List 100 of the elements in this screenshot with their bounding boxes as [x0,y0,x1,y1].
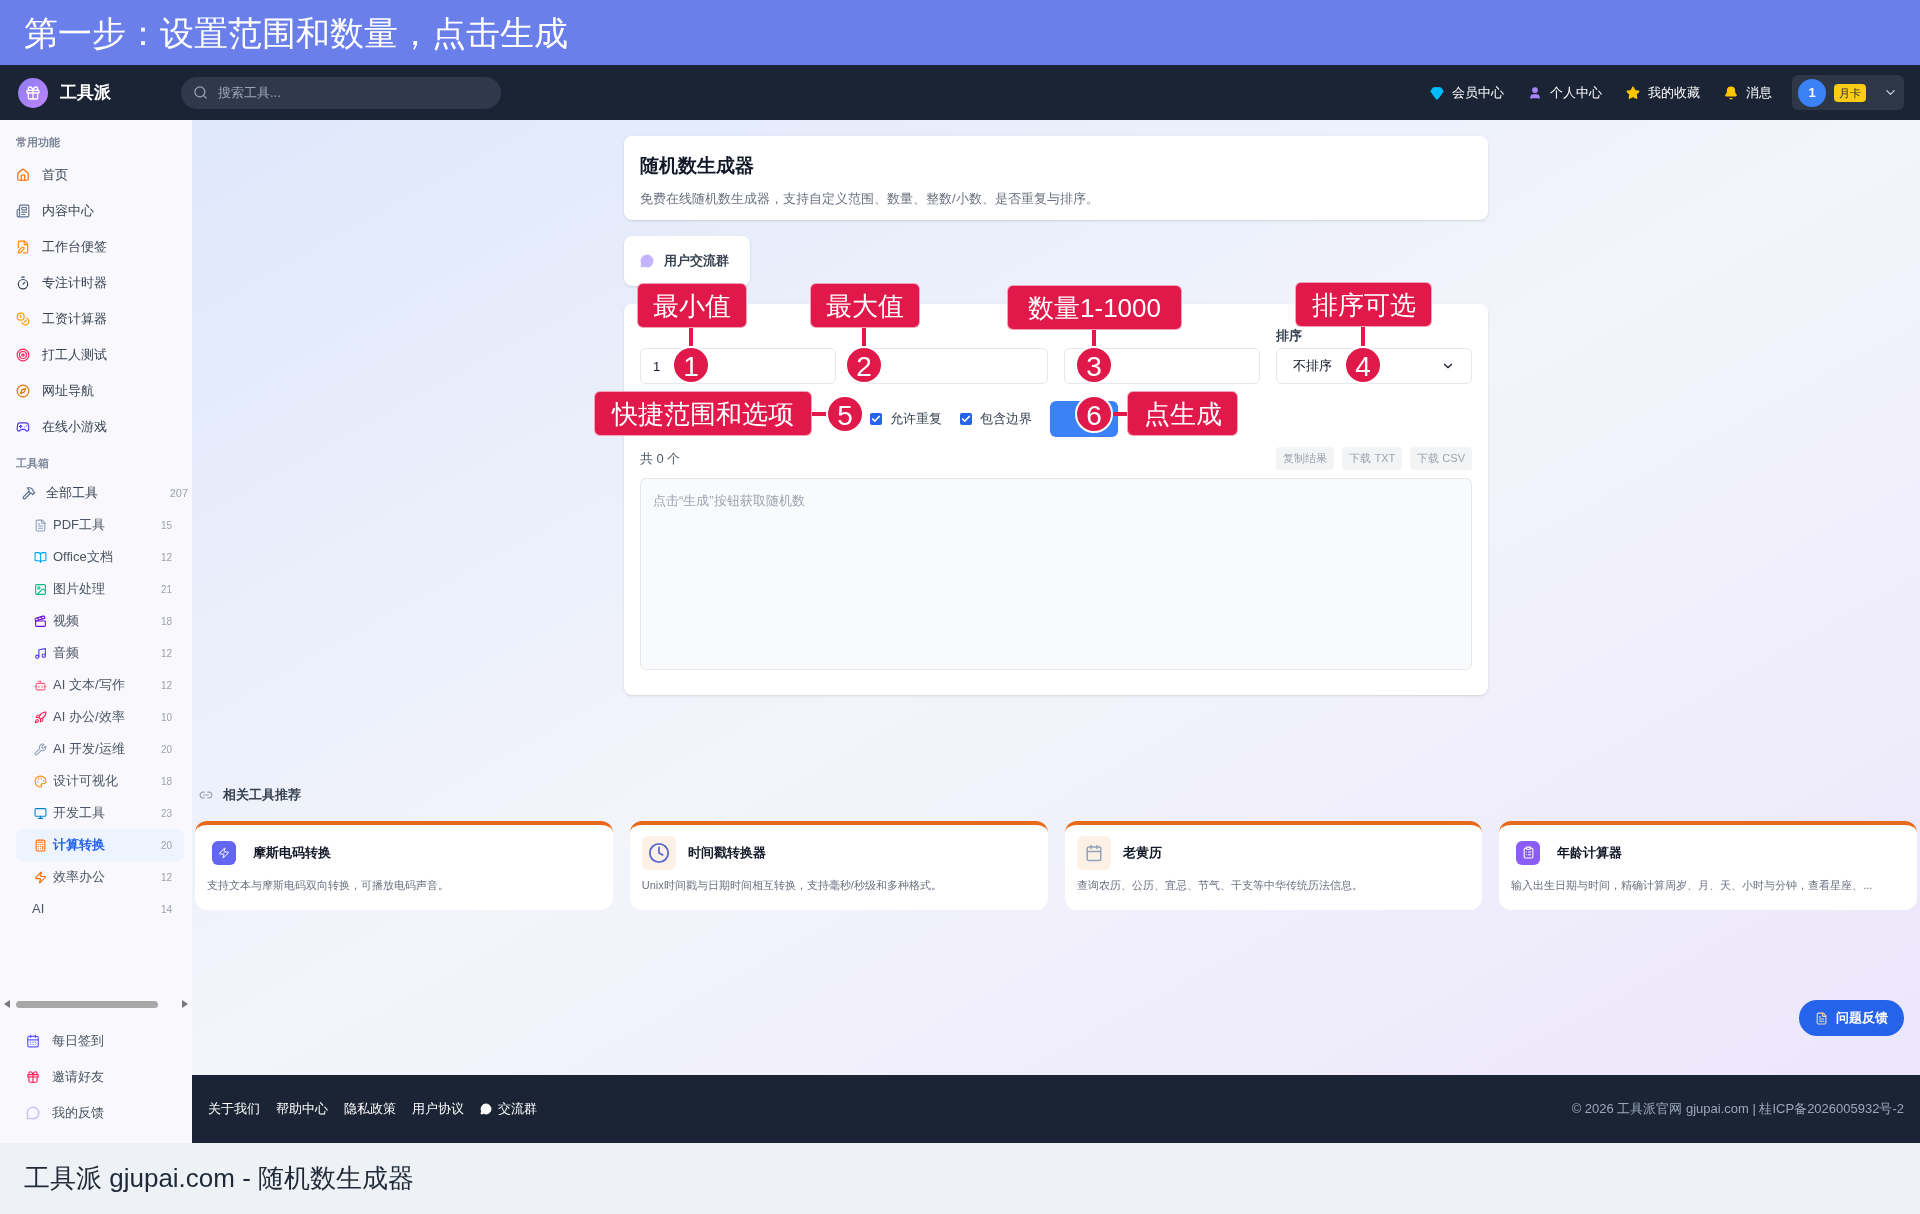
membership-badge: 月卡 [1834,83,1866,102]
item-count: 12 [160,678,172,693]
option-checkbox[interactable]: 允许重复 [870,409,942,429]
nav-link[interactable]: 消息 [1724,82,1772,103]
footer-link[interactable]: 隐私政策 [344,1099,396,1119]
sidebar-item[interactable]: 设计可视化 18 [16,765,184,797]
feedback-button[interactable]: 问题反馈 [1799,1000,1904,1036]
logo-text: 工具派 [60,81,111,104]
item-count: 14 [160,902,172,917]
sidebar-item[interactable]: 音频 12 [16,637,184,669]
item-count: 12 [160,550,172,565]
section-title: 工具箱 [16,455,50,471]
sidebar-item[interactable]: AI 14 [16,893,184,925]
card-title: 摩斯电码转换 [253,843,331,862]
stopwatch-icon [16,275,30,290]
page-title: 随机数生成器 [640,154,755,178]
card-description: 输入出生日期与时间，精确计算周岁、月、天、小时与分钟，查看星座、... [1511,877,1874,893]
book-icon [34,550,47,564]
sidebar-item[interactable]: 工资计算器 [16,300,176,337]
document-icon [1815,1011,1828,1025]
tool-card[interactable]: 摩斯电码转换 支持文本与摩斯电码双向转换，可播放电码声音。 [195,820,613,910]
callout-tooltip: 最大值 [810,283,920,328]
card-title: 年龄计算器 [1557,843,1623,862]
sidebar-item[interactable]: 图片处理 21 [16,573,184,605]
speech-bubble-icon [640,254,654,268]
footer-link[interactable]: 交流群 [480,1099,537,1119]
card-description: 支持文本与摩斯电码双向转换，可播放电码声音。 [207,877,450,893]
sidebar-item[interactable]: 邀请好友 [26,1059,166,1095]
sidebar-item[interactable]: 打工人测试 [16,336,176,373]
rocket-icon [34,710,47,724]
clock-icon [641,835,676,870]
music-note-icon [34,646,47,660]
sidebar-item[interactable]: 工作台便签 [16,228,176,265]
sidebar-item[interactable]: 在线小游戏 [16,408,176,445]
item-count: 18 [160,774,172,789]
checkbox[interactable] [870,413,882,425]
item-count: 15 [160,518,172,533]
sidebar-item[interactable]: 视频 18 [16,605,184,637]
card-description: Unix时间戳与日期时间相互转换，支持毫秒/秒级和多种格式。 [641,877,943,893]
nav-link[interactable]: 个人中心 [1528,82,1602,103]
item-count: 207 [169,485,188,501]
tool-card[interactable]: 时间戳转换器 Unix时间戳与日期时间相互转换，支持毫秒/秒级和多种格式。 [629,820,1048,910]
money-bag-icon [16,311,30,326]
sidebar-item[interactable]: 内容中心 [16,192,176,229]
footer-link[interactable]: 关于我们 [208,1099,260,1119]
sidebar-item[interactable]: Office文档 12 [16,541,184,573]
speech-bubble-icon [480,1103,492,1115]
community-button[interactable]: 用户交流群 [624,236,750,286]
sidebar-item[interactable]: 计算转换 20 [16,829,184,861]
sidebar-item[interactable]: 开发工具 23 [16,797,184,829]
lightning-icon [34,870,47,884]
tool-card[interactable]: 年龄计算器 输入出生日期与时间，精确计算周岁、月、天、小时与分钟，查看星座、... [1499,820,1917,910]
sidebar-item[interactable]: 首页 [16,156,176,193]
sidebar-item[interactable]: 网址导航 [16,372,176,409]
callout-tooltip: 点生成 [1127,391,1238,436]
nav-link[interactable]: 我的收藏 [1626,82,1700,103]
target-icon [16,347,30,362]
item-count: 12 [160,870,172,885]
sidebar-item[interactable]: PDF工具 15 [16,509,184,541]
note-icon [16,239,30,254]
wrench-icon [34,742,47,756]
image-icon [34,582,47,596]
user-menu[interactable]: 1 月卡 [1792,75,1904,110]
sidebar-item[interactable]: 全部工具 207 [22,477,188,509]
sidebar-item[interactable]: 我的反馈 [26,1095,166,1131]
sidebar-item[interactable]: AI 办公/效率 10 [16,701,184,733]
footer-link[interactable]: 用户协议 [412,1099,464,1119]
logo-icon [18,77,48,108]
compass-icon [16,383,30,398]
card-description: 查询农历、公历、宜忌、节气、干支等中华传统历法信息。 [1076,877,1364,893]
footer-link[interactable]: 帮助中心 [276,1099,328,1119]
sidebar-item[interactable]: AI 开发/运维 20 [16,733,184,765]
lightning-icon [212,840,236,865]
result-area[interactable]: 点击“生成”按钮获取随机数 [640,478,1472,670]
gift-icon [26,1070,40,1084]
item-count: 20 [160,838,172,853]
card-title: 老黄历 [1122,843,1162,862]
callout-tooltip: 排序可选 [1295,282,1432,327]
copyright-text: © 2026 工具派官网 gjupai.com | 桂ICP备2026005932号-2 [1571,1100,1904,1119]
sidebar-item[interactable]: AI 文本/写作 12 [16,669,184,701]
field-label: 排序 [1276,327,1302,345]
diamond-icon [1430,85,1444,100]
tool-card[interactable]: 老黄历 查询农历、公历、宜忌、节气、干支等中华传统历法信息。 [1064,820,1483,910]
tools-icon [22,486,36,500]
callout-tooltip: 快捷范围和选项 [594,391,812,436]
sidebar-item[interactable]: 专注计时器 [16,264,176,301]
quantity-field[interactable] [1064,348,1260,384]
house-icon [16,167,30,182]
user-avatar: 1 [1798,78,1826,107]
option-checkbox[interactable]: 包含边界 [960,409,1032,429]
sidebar-item[interactable]: 每日签到 [26,1023,166,1059]
sidebar-item[interactable]: 效率办公 12 [16,861,184,893]
item-count: 23 [160,806,172,821]
nav-link[interactable]: 会员中心 [1430,82,1504,103]
checkbox[interactable] [960,413,972,425]
item-count: 21 [160,582,172,597]
section-title: 相关工具推荐 [223,786,301,804]
search-icon [193,84,208,100]
search-field[interactable]: 搜索工具... [181,76,501,109]
robot-icon [34,678,47,692]
